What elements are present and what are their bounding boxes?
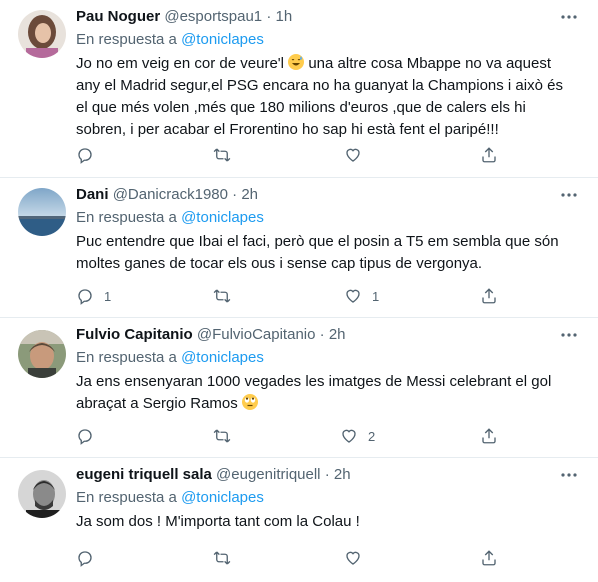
reply-feed: Pau Noguer @esportspau1 · 1h En respuest…	[0, 0, 598, 582]
share-icon	[482, 288, 496, 304]
retweet-icon	[213, 429, 231, 443]
author-handle[interactable]: @esportspau1	[164, 8, 262, 25]
heart-icon	[346, 551, 360, 565]
reply-icon	[78, 148, 92, 164]
timestamp[interactable]: 2h	[334, 466, 351, 483]
tweet-text-part: Ja ens ensenyaran 1000 vegades les imatg…	[76, 373, 556, 412]
tweet[interactable]: Fulvio Capitanio @FulvioCapitanio · 2h E…	[0, 318, 598, 458]
reply-count: 1	[104, 288, 112, 304]
retweet-button[interactable]	[212, 426, 242, 446]
reply-prefix: En respuesta a	[76, 489, 177, 506]
separator-dot: ·	[324, 466, 330, 483]
avatar[interactable]	[18, 330, 66, 378]
timestamp[interactable]: 1h	[276, 8, 293, 25]
share-button[interactable]	[480, 426, 498, 446]
retweet-button[interactable]	[212, 286, 242, 306]
author-handle[interactable]: @FulvioCapitanio	[197, 326, 316, 343]
author-name[interactable]: Fulvio Capitanio	[76, 326, 193, 343]
tweet-text: Ja som dos ! M'importa tant com la Colau…	[76, 513, 360, 530]
reply-mention[interactable]: @toniclapes	[181, 489, 264, 506]
retweet-button[interactable]	[212, 145, 242, 165]
reply-button[interactable]: 1	[76, 286, 111, 306]
reply-mention[interactable]: @toniclapes	[181, 209, 264, 226]
avatar[interactable]	[18, 470, 66, 518]
heart-icon	[342, 429, 356, 443]
sweat-smile-emoji	[288, 54, 305, 70]
reply-mention[interactable]: @toniclapes	[181, 349, 264, 366]
reply-prefix: En respuesta a	[76, 349, 177, 366]
avatar[interactable]	[18, 10, 66, 58]
retweet-icon	[213, 289, 231, 303]
tweet[interactable]: Pau Noguer @esportspau1 · 1h En respuest…	[0, 0, 598, 178]
share-icon	[482, 147, 496, 163]
more-options-icon[interactable]	[560, 186, 578, 204]
more-options-icon[interactable]	[560, 8, 578, 26]
reply-button[interactable]	[76, 426, 104, 446]
reply-button[interactable]	[76, 145, 104, 165]
retweet-icon	[213, 148, 231, 162]
more-options-icon[interactable]	[560, 326, 578, 344]
like-button[interactable]	[344, 145, 372, 165]
like-button[interactable]: 2	[340, 426, 375, 446]
share-button[interactable]	[480, 145, 498, 165]
reply-context: En respuesta a @toniclapes	[76, 208, 578, 228]
timestamp[interactable]: 2h	[329, 326, 346, 343]
tweet[interactable]: Dani @Danicrack1980 · 2h En respuesta a …	[0, 178, 598, 318]
share-button[interactable]	[480, 548, 498, 568]
heart-icon	[346, 148, 360, 162]
rolling-eyes-emoji	[241, 394, 258, 410]
like-count: 1	[372, 288, 380, 304]
reply-mention[interactable]: @toniclapes	[181, 31, 264, 48]
tweet-text: Jo no em veig en cor de veure'l una altr…	[76, 53, 578, 141]
timestamp[interactable]: 2h	[241, 186, 258, 203]
separator-dot: ·	[266, 8, 272, 25]
separator-dot: ·	[232, 186, 238, 203]
retweet-button[interactable]	[212, 548, 242, 568]
author-name[interactable]: eugeni triquell sala	[76, 466, 212, 483]
reply-prefix: En respuesta a	[76, 209, 177, 226]
reply-context: En respuesta a @toniclapes	[76, 348, 578, 368]
share-icon	[482, 428, 496, 444]
avatar[interactable]	[18, 188, 66, 236]
tweet[interactable]: eugeni triquell sala @eugenitriquell · 2…	[0, 458, 598, 582]
reply-context: En respuesta a @toniclapes	[76, 488, 578, 508]
share-icon	[482, 550, 496, 566]
author-name[interactable]: Pau Noguer	[76, 8, 160, 25]
author-name[interactable]: Dani	[76, 186, 109, 203]
reply-button[interactable]	[76, 548, 104, 568]
retweet-icon	[213, 551, 231, 565]
like-button[interactable]	[344, 548, 372, 568]
tweet-text: Puc entendre que Ibai el faci, però que …	[76, 233, 563, 272]
reply-context: En respuesta a @toniclapes	[76, 30, 578, 50]
more-options-icon[interactable]	[560, 466, 578, 484]
heart-icon	[346, 289, 360, 303]
tweet-text: Ja ens ensenyaran 1000 vegades les imatg…	[76, 371, 578, 415]
reply-icon	[78, 289, 92, 305]
reply-icon	[78, 429, 92, 445]
separator-dot: ·	[319, 326, 325, 343]
share-button[interactable]	[480, 286, 498, 306]
reply-icon	[78, 551, 92, 567]
author-handle[interactable]: @Danicrack1980	[113, 186, 228, 203]
author-handle[interactable]: @eugenitriquell	[216, 466, 320, 483]
reply-prefix: En respuesta a	[76, 31, 177, 48]
like-count: 2	[368, 428, 376, 444]
tweet-text-part: Jo no em veig en cor de veure'l	[76, 55, 289, 72]
like-button[interactable]: 1	[344, 286, 379, 306]
